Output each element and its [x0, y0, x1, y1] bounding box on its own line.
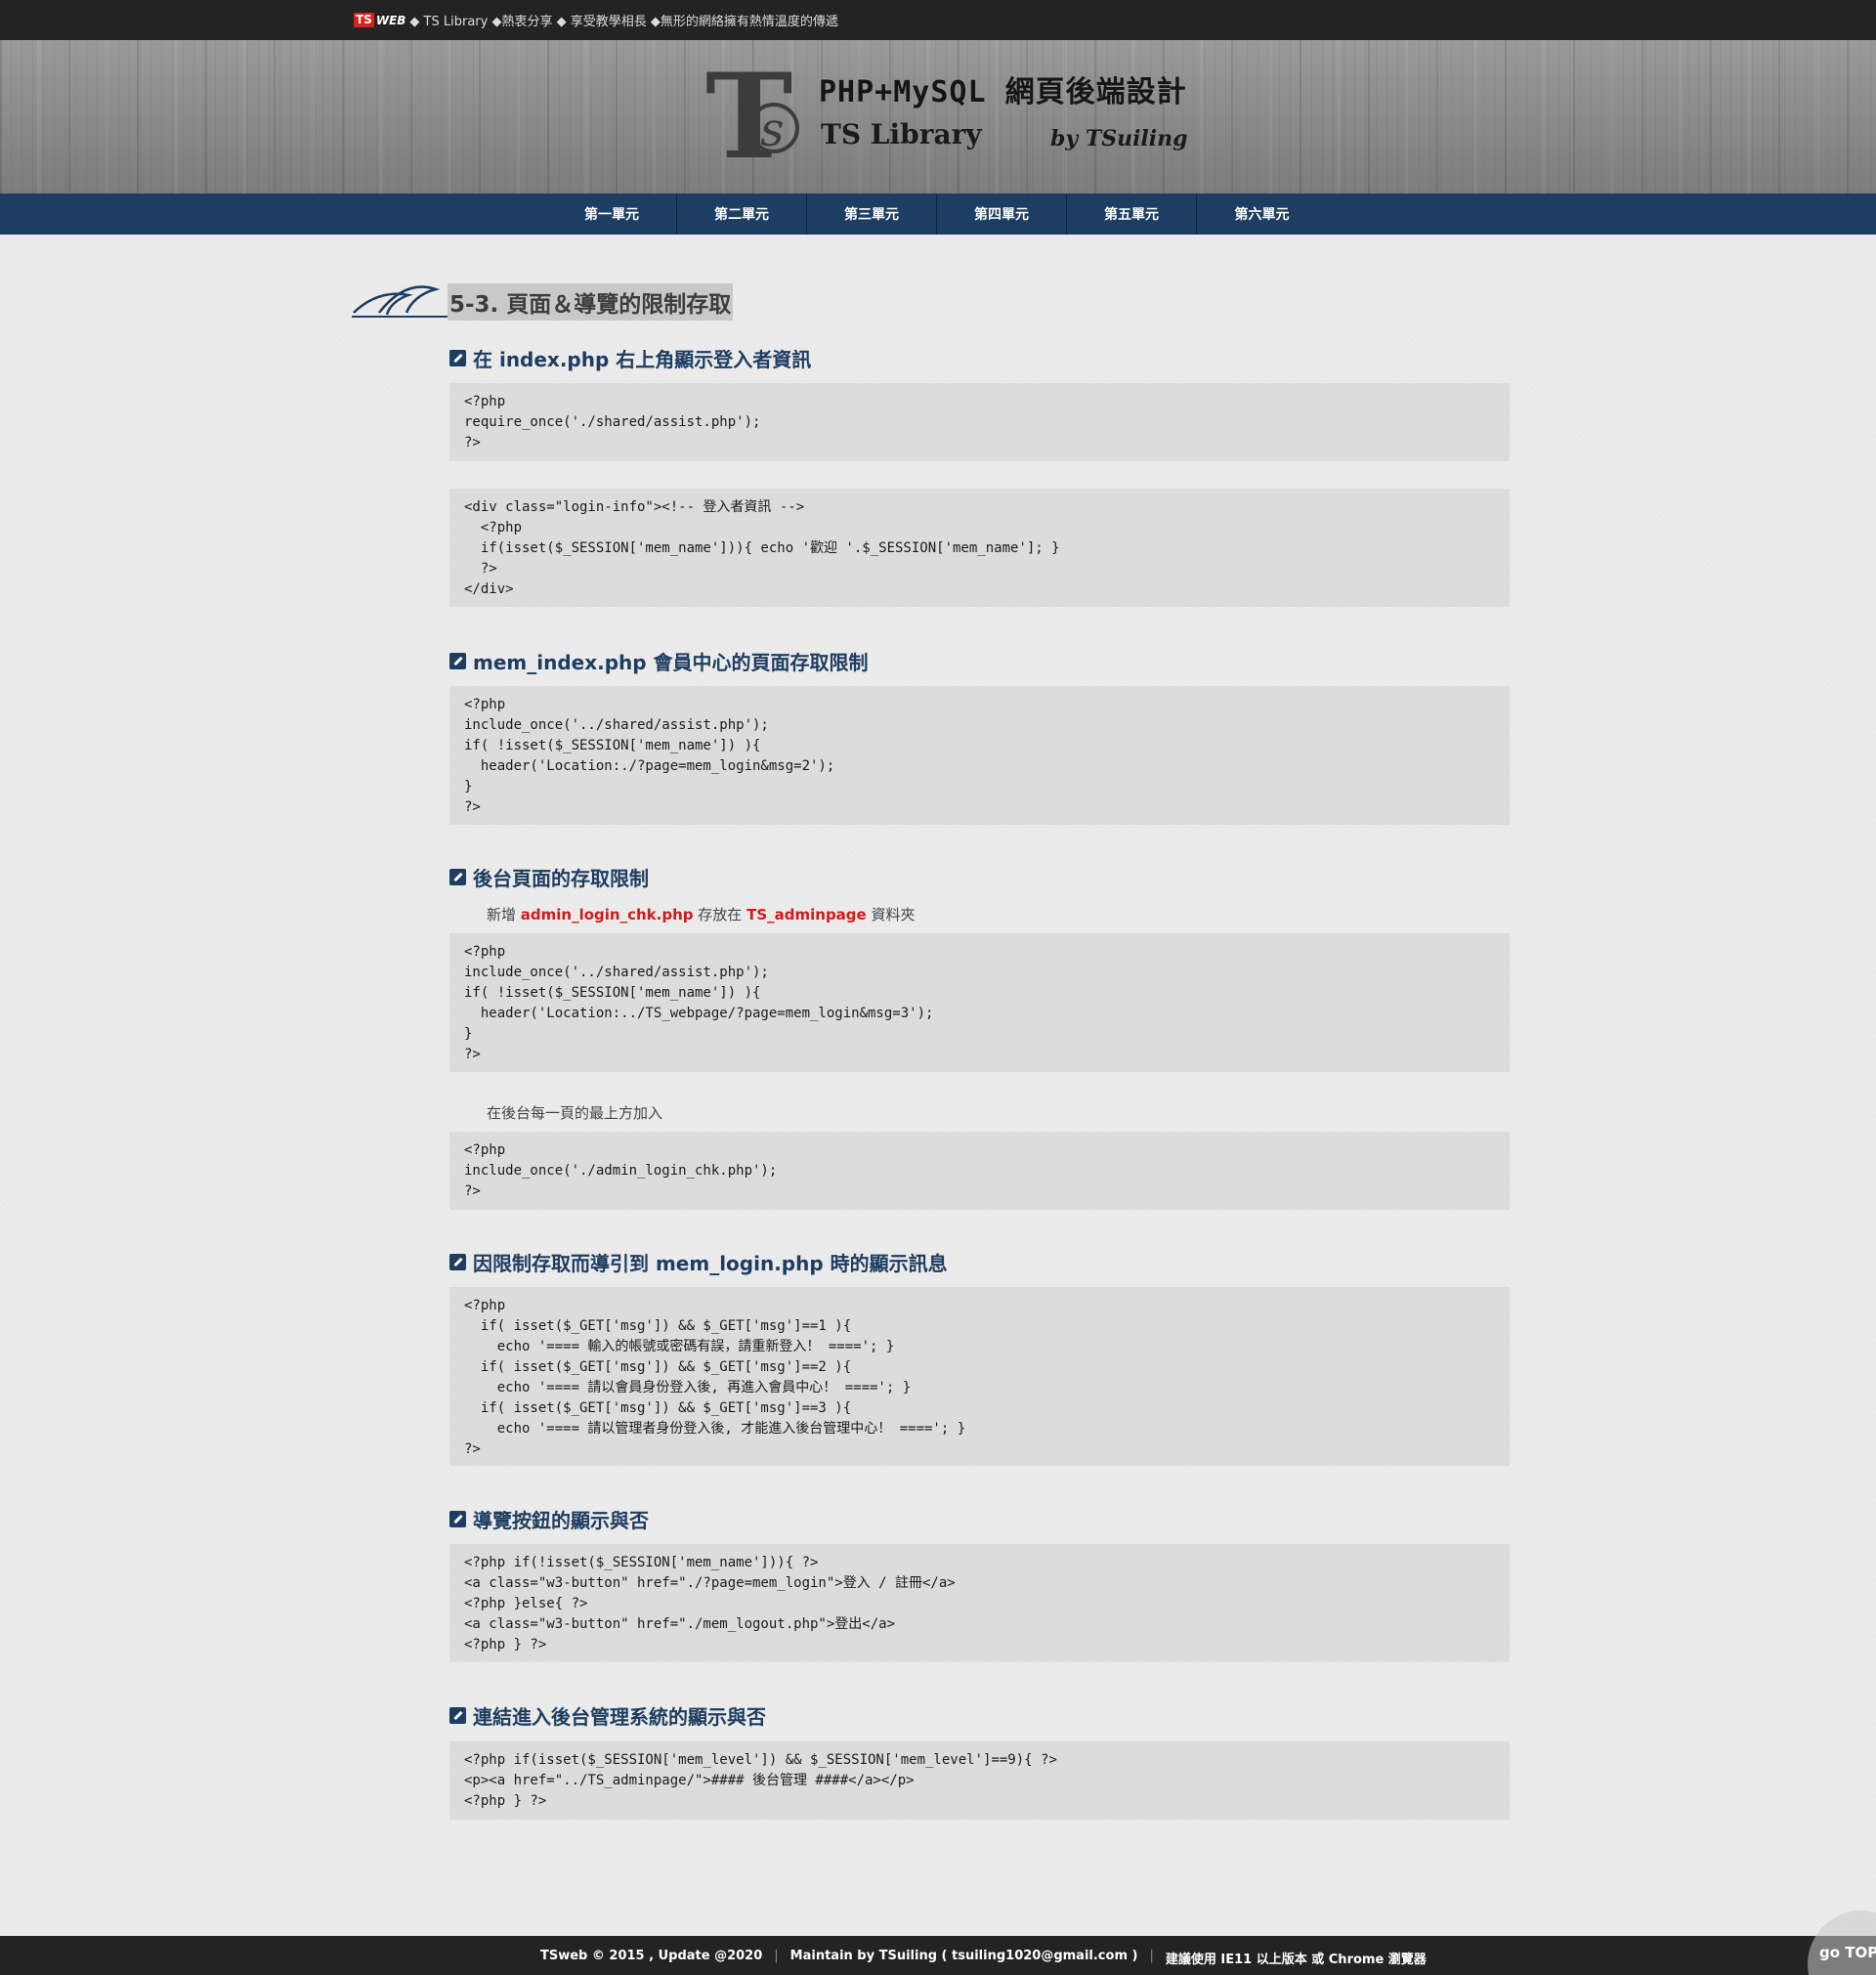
admin-note-2: 在後台每一頁的最上方加入: [487, 1104, 663, 1122]
banner-byline: by TSuiling: [1050, 126, 1188, 151]
nav-item-unit-4[interactable]: 第四單元: [937, 193, 1067, 235]
code-block-require: <?php require_once('./shared/assist.php'…: [449, 383, 1510, 461]
nav-item-unit-1[interactable]: 第一單元: [547, 193, 677, 235]
edit-icon: [449, 1511, 466, 1527]
go-top-button[interactable]: go TOP: [1808, 1911, 1876, 1975]
section-title-admin-access: 後台頁面的存取限制: [449, 863, 649, 891]
section-title-nav-buttons: 導覽按鈕的顯示與否: [449, 1505, 649, 1533]
nav-item-unit-3[interactable]: 第三單元: [807, 193, 937, 235]
edit-icon: [449, 1254, 466, 1270]
section-title-text: 後台頁面的存取限制: [473, 867, 649, 890]
svg-text:s: s: [760, 103, 785, 157]
section-title-text: 在 index.php 右上角顯示登入者資訊: [473, 348, 812, 371]
note-text: 新增: [487, 906, 517, 923]
top-bar: TS WEB ◆ TS Library ◆熱衷分享 ◆ 享受教學相長 ◆無形的網…: [0, 0, 1876, 40]
site-logo-web[interactable]: WEB: [376, 14, 406, 27]
footer-separator: |: [1149, 1949, 1154, 1963]
admin-note: 新增 admin_login_chk.php 存放在 TS_adminpage …: [487, 904, 916, 924]
code-block-login-info: <div class="login-info"><!-- 登入者資訊 --> <…: [449, 489, 1510, 607]
go-top-label: go TOP: [1819, 1944, 1876, 1961]
footer-copyright: TSweb © 2015 , Update @2020: [540, 1949, 763, 1963]
code-block-admin-chk: <?php include_once('../shared/assist.php…: [449, 933, 1510, 1072]
nav-item-unit-2[interactable]: 第二單元: [677, 193, 807, 235]
section-title-text: mem_index.php 會員中心的頁面存取限制: [473, 651, 869, 674]
code-block-mem-index: <?php include_once('../shared/assist.php…: [449, 686, 1510, 825]
quill-ornament-icon: [352, 285, 455, 318]
nav-item-unit-5[interactable]: 第五單元: [1067, 193, 1197, 235]
code-block-admin-link: <?php if(isset($_SESSION['mem_level']) &…: [449, 1741, 1510, 1820]
footer-separator: |: [774, 1949, 779, 1963]
site-logo-ts[interactable]: TS: [354, 13, 374, 27]
section-title-login-messages: 因限制存取而導引到 mem_login.php 時的顯示訊息: [449, 1248, 948, 1276]
footer: TSweb © 2015 , Update @2020 | Maintain b…: [0, 1936, 1876, 1975]
code-block-login-messages: <?php if( isset($_GET['msg']) && $_GET['…: [449, 1287, 1510, 1466]
code-block-nav-buttons: <?php if(!isset($_SESSION['mem_name'])){…: [449, 1544, 1510, 1662]
section-title-text: 連結進入後台管理系統的顯示與否: [473, 1705, 766, 1729]
footer-browser-note: 建議使用 IE11 以上版本 或 Chrome 瀏覽器: [1165, 1953, 1427, 1967]
main-nav: 第一單元 第二單元 第三單元 第四單元 第五單元 第六單元: [0, 193, 1876, 235]
tagline: ◆ TS Library ◆熱衷分享 ◆ 享受教學相長 ◆無形的網絡擁有熱情溫度…: [409, 15, 838, 29]
banner-subtitle: TS Library: [821, 118, 982, 150]
note-folder: TS_adminpage: [746, 906, 867, 923]
edit-icon: [449, 869, 466, 885]
banner-title: PHP+MySQL 網頁後端設計: [819, 75, 1187, 109]
page-title: 5-3. 頁面＆導覽的限制存取: [448, 283, 734, 321]
note-filename: admin_login_chk.php: [520, 906, 694, 923]
edit-icon: [449, 1707, 466, 1724]
section-title-text: 因限制存取而導引到 mem_login.php 時的顯示訊息: [473, 1252, 948, 1275]
edit-icon: [449, 653, 466, 669]
note-text: 存放在: [698, 906, 743, 923]
note-text: 資料夾: [871, 906, 916, 923]
section-title-text: 導覽按鈕的顯示與否: [473, 1509, 649, 1532]
nav-item-unit-6[interactable]: 第六單元: [1197, 193, 1327, 235]
code-block-include-chk: <?php include_once('./admin_login_chk.ph…: [449, 1132, 1510, 1210]
section-title-mem-index: mem_index.php 會員中心的頁面存取限制: [449, 647, 869, 675]
edit-icon: [449, 350, 466, 366]
footer-maintainer[interactable]: Maintain by TSuiling ( tsuiling1020@gmai…: [790, 1949, 1138, 1967]
ts-monogram-logo[interactable]: T s: [704, 60, 816, 175]
header-banner: T s PHP+MySQL 網頁後端設計 TS Library by TSuil…: [0, 40, 1876, 193]
section-title-admin-link: 連結進入後台管理系統的顯示與否: [449, 1701, 766, 1730]
section-title-login-info: 在 index.php 右上角顯示登入者資訊: [449, 344, 811, 372]
